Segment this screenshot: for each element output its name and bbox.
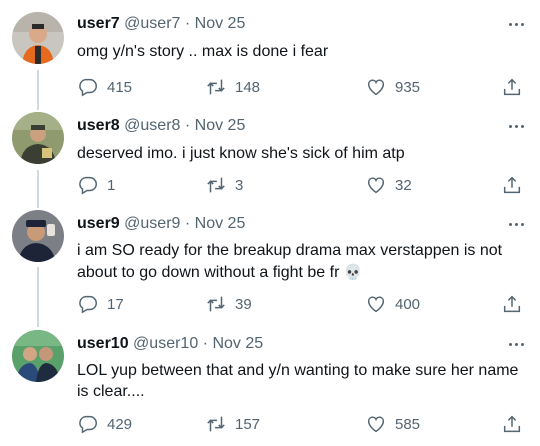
tweet-header: user8 @user8 · Nov 25 [77,116,245,136]
more-icon[interactable] [506,214,526,234]
reply-button[interactable]: 429 [77,412,132,436]
reply-icon [79,78,97,97]
share-button[interactable] [501,173,523,197]
tweet-date[interactable]: Nov 25 [195,215,246,232]
retweet-button[interactable]: 148 [205,75,260,99]
share-icon [503,415,521,433]
tweet-header: user7 @user7 · Nov 25 [77,14,245,34]
separator-dot: · [184,15,191,32]
like-button[interactable]: 400 [365,292,420,316]
like-button[interactable]: 585 [365,412,420,436]
like-icon [367,79,385,96]
retweet-button[interactable]: 39 [205,292,252,316]
avatar[interactable] [12,12,64,64]
like-count: 585 [395,415,421,433]
reply-button[interactable]: 1 [77,173,115,197]
like-button[interactable]: 32 [365,173,412,197]
user-handle[interactable]: @user10 [133,335,198,352]
tweet[interactable]: user8 @user8 · Nov 25 deserved imo. i ju… [0,104,540,202]
like-count: 400 [395,295,421,313]
avatar[interactable] [12,112,64,164]
like-count: 32 [395,176,412,194]
retweet-count: 3 [235,176,244,194]
tweet-text: omg y/n's story .. max is done i fear [77,43,329,60]
skull-emoji: 💀 [343,262,363,281]
tweet-actions: 415 148 935 [77,75,527,99]
share-icon [503,176,521,194]
like-icon [367,416,385,433]
separator-dot: · [184,117,191,134]
display-name[interactable]: user9 [77,215,120,232]
share-button[interactable] [501,412,523,436]
tweet[interactable]: user9 @user9 · Nov 25 i am SO ready for … [0,202,540,322]
user-handle[interactable]: @user7 [124,15,180,32]
tweet-text-content: i am SO ready for the breakup drama max … [77,242,503,281]
share-icon [503,78,521,96]
display-name[interactable]: user10 [77,335,129,352]
tweet-text: deserved imo. i just know she's sick of … [77,145,405,162]
retweet-button[interactable]: 157 [205,412,260,436]
retweet-icon [207,416,225,432]
reply-icon [79,295,97,314]
avatar[interactable] [12,210,64,262]
reply-count: 17 [107,295,124,313]
tweet[interactable]: user10 @user10 · Nov 25 LOL yup between … [0,322,540,446]
share-button[interactable] [501,75,523,99]
tweet-actions: 429 157 585 [77,412,527,436]
reply-button[interactable]: 415 [77,75,132,99]
retweet-count: 157 [235,415,261,433]
tweet-actions: 17 39 400 [77,292,527,316]
more-icon[interactable] [506,116,526,136]
more-icon[interactable] [506,14,526,34]
tweet-date[interactable]: Nov 25 [195,117,246,134]
tweet-header: user10 @user10 · Nov 25 [77,334,263,354]
reply-icon [79,176,97,195]
tweet-actions: 1 3 32 [77,173,527,197]
separator-dot: · [184,215,191,232]
retweet-count: 148 [235,78,261,96]
separator-dot: · [202,335,208,352]
like-count: 935 [395,78,421,96]
reply-count: 1 [107,176,116,194]
tweet-date[interactable]: Nov 25 [195,15,246,32]
retweet-button[interactable]: 3 [205,173,243,197]
retweet-icon [207,296,225,312]
like-icon [367,177,385,194]
retweet-icon [207,177,225,193]
tweet[interactable]: user7 @user7 · Nov 25 omg y/n's story ..… [0,0,540,104]
tweet-text: i am SO ready for the breakup drama max … [77,241,527,283]
tweet-header: user9 @user9 · Nov 25 [77,214,245,234]
reply-icon [79,415,97,434]
avatar[interactable] [12,330,64,382]
tweet-text: LOL yup between that and y/n wanting to … [77,362,519,400]
share-button[interactable] [501,292,523,316]
retweet-count: 39 [235,295,252,313]
like-button[interactable]: 935 [365,75,420,99]
display-name[interactable]: user8 [77,117,120,134]
user-handle[interactable]: @user8 [124,117,180,134]
share-icon [503,295,521,313]
reply-count: 429 [107,415,133,433]
like-icon [367,296,385,313]
display-name[interactable]: user7 [77,15,120,32]
user-handle[interactable]: @user9 [124,215,180,232]
more-icon[interactable] [506,334,526,354]
reply-button[interactable]: 17 [77,292,124,316]
retweet-icon [207,79,225,95]
reply-count: 415 [107,78,133,96]
tweet-date[interactable]: Nov 25 [212,335,263,352]
